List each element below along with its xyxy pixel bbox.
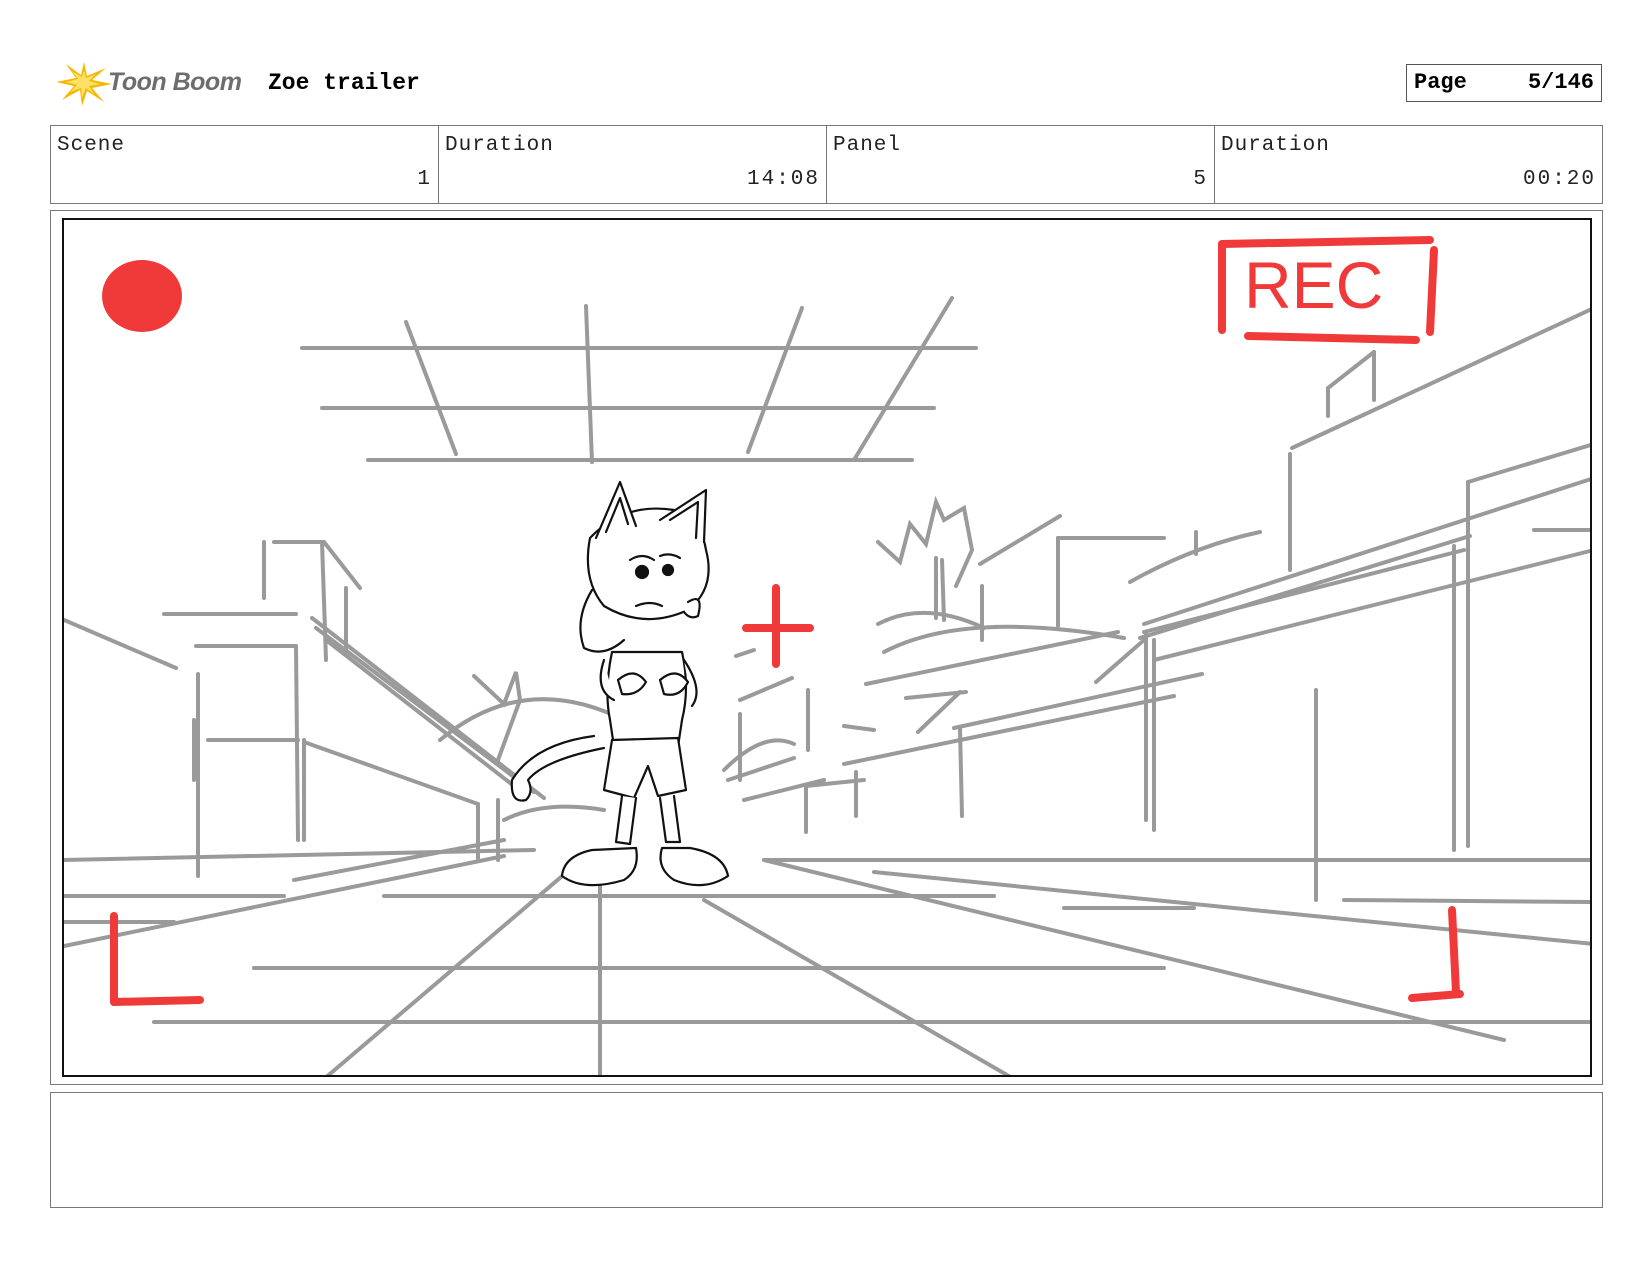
record-dot-icon [102, 260, 182, 332]
starburst-icon [56, 62, 112, 106]
panel-info-row: Scene 1 Duration 14:08 Panel 5 Duration … [50, 125, 1603, 204]
panel-drawing: REC [62, 218, 1592, 1077]
toon-boom-logo: Toon Boom [54, 58, 254, 108]
character-zoe [510, 480, 730, 887]
page-indicator: Page 5/146 [1406, 64, 1602, 102]
corner-bracket-right [1448, 906, 1460, 996]
scene-duration-value: 14:08 [746, 168, 820, 191]
sketch-canvas: REC [64, 236, 1590, 1075]
project-title: Zoe trailer [268, 70, 420, 96]
panel-notes-box[interactable] [50, 1092, 1603, 1208]
page-label: Page [1414, 70, 1467, 95]
rec-label: REC [1244, 248, 1383, 322]
rec-box-top [1218, 236, 1434, 248]
scene-cell: Scene 1 [51, 126, 439, 203]
scene-duration-label: Duration [445, 134, 554, 157]
panel-duration-label: Duration [1221, 134, 1330, 157]
logo-text: Toon Boom [108, 68, 242, 96]
storyboard-header: Toon Boom Zoe trailer [54, 58, 1614, 108]
camera-overlay [102, 236, 1464, 1006]
panel-duration-cell: Duration 00:20 [1215, 126, 1602, 203]
panel-duration-value: 00:20 [1522, 168, 1596, 191]
panel-value: 5 [1193, 168, 1208, 191]
scene-label: Scene [57, 134, 126, 157]
scene-duration-cell: Duration 14:08 [439, 126, 827, 203]
page-value: 5/146 [1527, 70, 1594, 95]
panel-cell: Panel 5 [827, 126, 1215, 203]
background-sketch [64, 296, 1590, 1075]
scene-value: 1 [417, 168, 432, 191]
panel-label: Panel [833, 134, 902, 157]
